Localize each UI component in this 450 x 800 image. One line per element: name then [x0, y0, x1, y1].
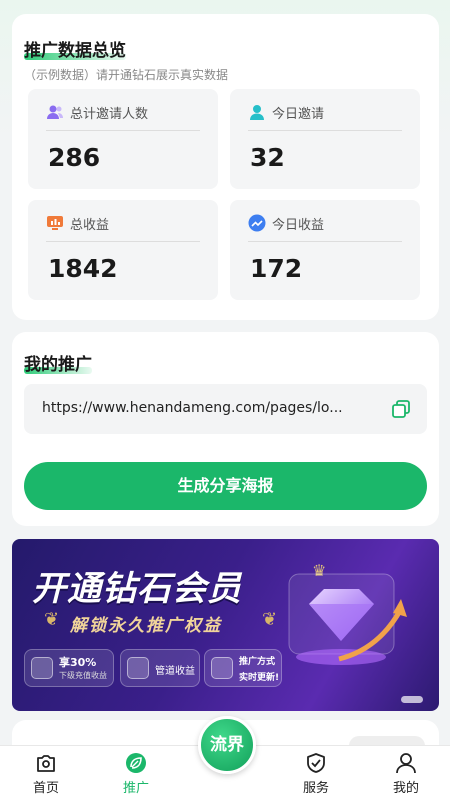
- stat-label: 总收益: [70, 218, 110, 233]
- income-chart-icon: [47, 216, 63, 230]
- tab-home[interactable]: 首页: [16, 752, 76, 796]
- stat-total-income[interactable]: 总收益 1842: [28, 200, 218, 300]
- stat-value: 286: [48, 143, 101, 172]
- diamond-icon: [288, 573, 407, 665]
- overview-title: 推广数据总览: [24, 41, 126, 61]
- stat-label: 总计邀请人数: [70, 107, 149, 122]
- stat-total-invites[interactable]: 总计邀请人数 286: [28, 89, 218, 189]
- refresh-icon: [211, 657, 233, 679]
- stat-value: 172: [250, 254, 303, 283]
- tab-service[interactable]: 服务: [286, 752, 346, 796]
- leaf-icon: [126, 753, 146, 773]
- home-camera-icon: [37, 755, 55, 772]
- stat-value: 1842: [48, 254, 118, 283]
- growth-chart-icon: [31, 657, 53, 679]
- carousel-indicator: [401, 696, 423, 703]
- diamond-member-banner[interactable]: 开通钻石会员 ❦ 解锁永久推广权益 ❦ 享30% 下级充值收益 管道收益 推广方…: [12, 539, 439, 711]
- stat-today-invites[interactable]: 今日邀请 32: [230, 89, 420, 189]
- trend-icon: [248, 214, 266, 232]
- stat-label: 今日邀请: [272, 107, 325, 122]
- stat-label: 今日收益: [272, 218, 325, 233]
- shield-check-icon: [307, 753, 325, 773]
- laurel-left-icon: ❦: [44, 609, 60, 630]
- overview-card: 推广数据总览 （示例数据）请开通钻石展示真实数据 总计邀请人数 286 今日邀请…: [12, 14, 439, 320]
- copy-icon[interactable]: [391, 399, 411, 419]
- laurel-right-icon: ❦: [262, 609, 278, 630]
- tab-promotion[interactable]: 推广: [106, 752, 166, 796]
- center-action-button[interactable]: 流界: [198, 716, 256, 774]
- person-icon: [396, 753, 416, 774]
- stat-today-income[interactable]: 今日收益 172: [230, 200, 420, 300]
- my-promotion-card: 我的推广 https://www.henandameng.com/pages/l…: [12, 332, 439, 526]
- feature-promo-methods: 推广方式 实时更新!: [204, 649, 282, 687]
- overview-subtitle: （示例数据）请开通钻石展示真实数据: [24, 68, 229, 82]
- banner-subtitle: 解锁永久推广权益: [70, 616, 222, 636]
- promotion-link-box[interactable]: https://www.henandameng.com/pages/lo...: [24, 384, 427, 434]
- generate-poster-button[interactable]: 生成分享海报: [24, 462, 427, 510]
- user-icon: [250, 105, 264, 120]
- stat-value: 32: [250, 143, 285, 172]
- coins-icon: [127, 657, 149, 679]
- banner-title: 开通钻石会员: [32, 569, 242, 609]
- promotion-link[interactable]: https://www.henandameng.com/pages/lo...: [42, 400, 372, 416]
- users-icon: [47, 105, 63, 119]
- feature-revenue-share: 享30% 下级充值收益: [24, 649, 114, 687]
- tab-me[interactable]: 我的: [376, 752, 436, 796]
- feature-pipeline-income: 管道收益: [120, 649, 200, 687]
- promotion-title: 我的推广: [24, 355, 92, 375]
